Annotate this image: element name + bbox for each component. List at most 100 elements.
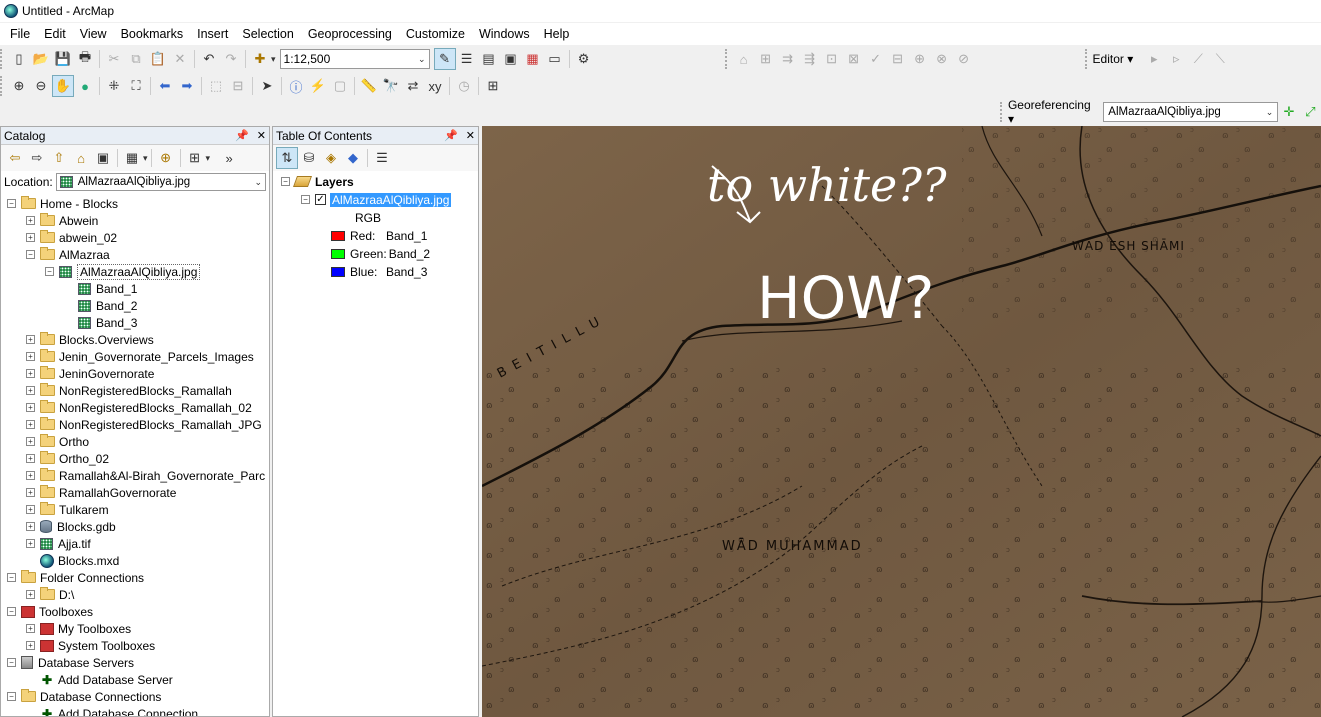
dim-tool-8-icon[interactable]: ⊟ bbox=[887, 48, 909, 70]
dim-tool-2-icon[interactable]: ⊞ bbox=[755, 48, 777, 70]
expand-icon[interactable]: + bbox=[26, 233, 35, 242]
layers-node[interactable]: − Layers bbox=[281, 173, 354, 190]
catalog-item[interactable]: − Database Connections bbox=[7, 688, 161, 705]
delete-icon[interactable]: ✕ bbox=[169, 48, 191, 70]
catalog-item[interactable]: + Ortho_02 bbox=[26, 450, 109, 467]
collapse-icon[interactable]: − bbox=[7, 573, 16, 582]
expand-icon[interactable]: + bbox=[26, 335, 35, 344]
options-icon[interactable]: ☰ bbox=[371, 147, 393, 169]
zoom-in-icon[interactable]: ⊕ bbox=[8, 75, 30, 97]
find-route-icon[interactable]: ⇄ bbox=[402, 75, 424, 97]
toggle-contents-icon[interactable]: ▣ bbox=[92, 147, 114, 169]
forward-arrow-icon[interactable]: ➡ bbox=[176, 75, 198, 97]
catalog-item[interactable]: + NonRegisteredBlocks_Ramallah bbox=[26, 382, 232, 399]
expand-icon[interactable]: + bbox=[26, 590, 35, 599]
catalog-item[interactable]: + Blocks.gdb bbox=[26, 518, 116, 535]
catalog-item[interactable]: + Abwein bbox=[26, 212, 98, 229]
open-icon[interactable]: 📂 bbox=[30, 48, 52, 70]
arctoolbox-icon[interactable]: ▦ bbox=[522, 48, 544, 70]
band-green[interactable]: Green: Band_2 bbox=[331, 245, 430, 262]
dim-tool-10-icon[interactable]: ⊗ bbox=[931, 48, 953, 70]
list-by-drawing-order-icon[interactable]: ⇅ bbox=[276, 147, 298, 169]
add-control-points-icon[interactable]: ✛ bbox=[1278, 101, 1299, 123]
catalog-item[interactable]: + JeninGovernorate bbox=[26, 365, 154, 382]
expand-icon[interactable]: + bbox=[26, 386, 35, 395]
cut-icon[interactable]: ✂ bbox=[103, 48, 125, 70]
tree-view-icon[interactable]: ⊞ bbox=[184, 147, 206, 169]
pin-icon[interactable]: 📌 bbox=[235, 129, 249, 142]
collapse-icon[interactable]: − bbox=[7, 658, 16, 667]
table-of-contents-icon[interactable]: ☰ bbox=[456, 48, 478, 70]
view-link-table-icon[interactable]: ⤢ bbox=[1300, 101, 1321, 123]
identify-icon[interactable]: ⓘ bbox=[285, 75, 307, 97]
home-icon[interactable]: ⌂ bbox=[70, 147, 92, 169]
add-data-icon[interactable]: ✚ bbox=[249, 48, 271, 70]
catalog-item[interactable]: − AlMazraaAlQibliya.jpg bbox=[45, 263, 201, 280]
menu-help[interactable]: Help bbox=[537, 27, 577, 41]
dim-tool-4-icon[interactable]: ⇶ bbox=[799, 48, 821, 70]
edit-vertices-icon[interactable]: ▹ bbox=[1165, 48, 1187, 70]
catalog-item[interactable]: + Blocks.Overviews bbox=[26, 331, 154, 348]
expand-icon[interactable]: + bbox=[26, 420, 35, 429]
overflow-chevron-icon[interactable]: » bbox=[218, 147, 240, 169]
catalog-item[interactable]: + Tulkarem bbox=[26, 501, 109, 518]
catalog-item[interactable]: Band_3 bbox=[64, 314, 137, 331]
catalog-item[interactable]: − AlMazraa bbox=[26, 246, 110, 263]
catalog-item[interactable]: Band_2 bbox=[64, 297, 137, 314]
expand-icon[interactable]: + bbox=[26, 539, 35, 548]
save-icon[interactable]: 💾 bbox=[52, 48, 74, 70]
map-view[interactable]: ɷ ɷ ɔ WĀD ESH SHĀMI B E I T I L L U WĀ bbox=[482, 126, 1321, 717]
menu-bookmarks[interactable]: Bookmarks bbox=[114, 27, 191, 41]
collapse-icon[interactable]: − bbox=[301, 195, 310, 204]
band-blue[interactable]: Blue: Band_3 bbox=[331, 263, 427, 280]
catalog-item[interactable]: + System Toolboxes bbox=[26, 637, 155, 654]
dim-tool-5-icon[interactable]: ⊡ bbox=[821, 48, 843, 70]
new-document-icon[interactable]: ▯ bbox=[8, 48, 30, 70]
collapse-icon[interactable]: − bbox=[7, 692, 16, 701]
expand-icon[interactable]: + bbox=[26, 369, 35, 378]
editor-menu[interactable]: Editor ▾ bbox=[1093, 52, 1134, 66]
catalog-item[interactable]: − Database Servers bbox=[7, 654, 134, 671]
collapse-icon[interactable]: − bbox=[281, 177, 290, 186]
catalog-item[interactable]: − Folder Connections bbox=[7, 569, 144, 586]
catalog-item[interactable]: − Toolboxes bbox=[7, 603, 93, 620]
list-by-source-icon[interactable]: ⛁ bbox=[298, 147, 320, 169]
expand-icon[interactable]: + bbox=[26, 624, 35, 633]
menu-windows[interactable]: Windows bbox=[472, 27, 537, 41]
location-combo[interactable]: AlMazraaAlQibliya.jpg ⌄ bbox=[55, 173, 266, 191]
fixed-zoom-in-icon[interactable]: ⁜ bbox=[103, 75, 125, 97]
catalog-item[interactable]: + Ajja.tif bbox=[26, 535, 91, 552]
dim-tool-9-icon[interactable]: ⊕ bbox=[909, 48, 931, 70]
catalog-item[interactable]: Blocks.mxd bbox=[26, 552, 119, 569]
catalog-item[interactable]: + D:\ bbox=[26, 586, 74, 603]
collapse-icon[interactable]: − bbox=[7, 607, 16, 616]
map-scale-combo[interactable]: 1:12,500 ⌄ bbox=[279, 49, 430, 69]
search-window-icon[interactable]: ▣ bbox=[500, 48, 522, 70]
collapse-icon[interactable]: − bbox=[7, 199, 16, 208]
paste-icon[interactable]: 📋 bbox=[147, 48, 169, 70]
menu-geoprocessing[interactable]: Geoprocessing bbox=[301, 27, 399, 41]
expand-icon[interactable]: + bbox=[26, 437, 35, 446]
menu-insert[interactable]: Insert bbox=[190, 27, 235, 41]
catalog-item[interactable]: + NonRegisteredBlocks_Ramallah_02 bbox=[26, 399, 252, 416]
hyperlink-icon[interactable]: ⚡ bbox=[307, 75, 329, 97]
print-icon[interactable]: 🖶 bbox=[74, 48, 96, 70]
catalog-item[interactable]: + Jenin_Governorate_Parcels_Images bbox=[26, 348, 254, 365]
find-icon[interactable]: 🔭 bbox=[380, 75, 402, 97]
edit-tool-icon[interactable]: ▸ bbox=[1143, 48, 1165, 70]
menu-selection[interactable]: Selection bbox=[235, 27, 300, 41]
band-red[interactable]: Red: Band_1 bbox=[331, 227, 427, 244]
collapse-icon[interactable]: − bbox=[26, 250, 35, 259]
catalog-item[interactable]: + RamallahGovernorate bbox=[26, 484, 176, 501]
expand-icon[interactable]: + bbox=[26, 454, 35, 463]
python-window-icon[interactable]: ▭ bbox=[544, 48, 566, 70]
dim-tool-7-icon[interactable]: ✓ bbox=[865, 48, 887, 70]
undo-icon[interactable]: ↶ bbox=[198, 48, 220, 70]
select-features-icon[interactable]: ⬚ bbox=[205, 75, 227, 97]
menu-edit[interactable]: Edit bbox=[37, 27, 73, 41]
catalog-item[interactable]: ✚ Add Database Server bbox=[26, 671, 173, 688]
straight-segment-icon[interactable]: ⟋ bbox=[1187, 48, 1209, 70]
dim-tool-11-icon[interactable]: ⊘ bbox=[953, 48, 975, 70]
list-by-selection-icon[interactable]: ◆ bbox=[342, 147, 364, 169]
menu-file[interactable]: File bbox=[3, 27, 37, 41]
